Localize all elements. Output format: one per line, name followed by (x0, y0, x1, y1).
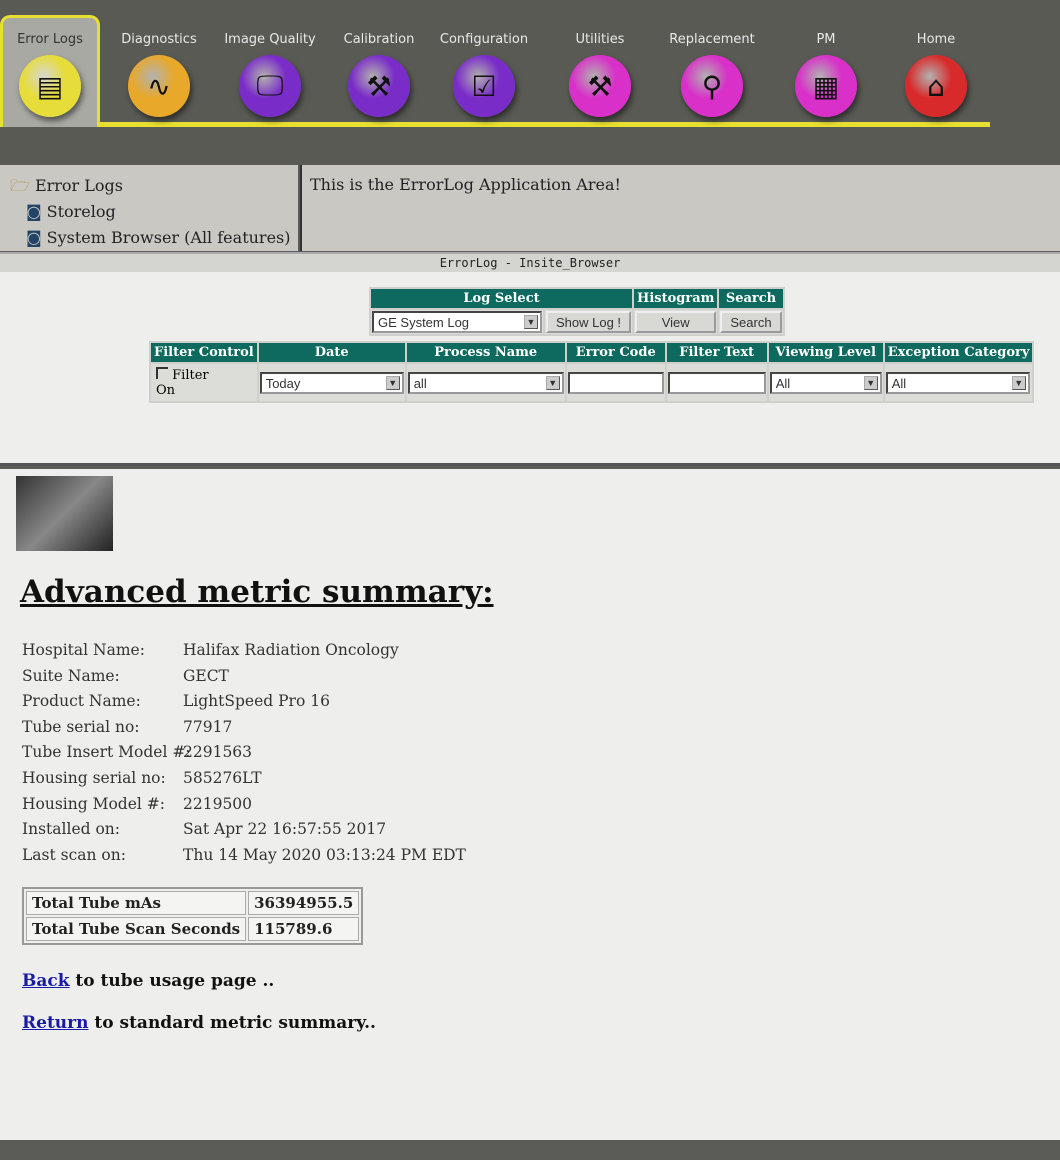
checklist-icon: ☑ (453, 55, 515, 117)
tab-image-quality[interactable]: Image Quality 🖵 (218, 18, 322, 128)
tab-home[interactable]: Home ⌂ (884, 18, 988, 128)
tube-usage-table: Total Tube mAs 36394955.5 Total Tube Scan… (22, 887, 364, 945)
tree-item-storelog[interactable]: ◙ Storelog (26, 202, 116, 221)
filter-header: Viewing Level (768, 343, 883, 362)
page-icon: ◙ (26, 228, 42, 247)
metric-field: Housing serial no: 585276LT (22, 769, 262, 787)
date-dropdown[interactable]: Today ▼ (259, 371, 404, 394)
tree-root-error-logs[interactable]: 🗁 Error Logs (10, 175, 123, 202)
back-link[interactable]: Back (22, 971, 70, 991)
return-link[interactable]: Return (22, 1013, 88, 1033)
window-title: ErrorLog - Insite_Browser (439, 256, 621, 270)
process-name-dropdown[interactable]: all ▼ (407, 371, 564, 394)
metric-field: Tube Insert Model #: 2291563 (22, 743, 253, 762)
chevron-down-icon: ▼ (1011, 375, 1026, 390)
log-select-header: Log Select (371, 289, 633, 308)
chevron-down-icon: ▼ (545, 375, 560, 390)
back-line: Back to tube usage page .. (22, 971, 275, 991)
log-table-icon: ▤ (19, 55, 81, 117)
filter-on-checkbox[interactable]: Filter On (152, 365, 234, 400)
log-select-dropdown[interactable]: GE System Log ▼ (372, 311, 542, 333)
metric-field: Installed on: Sat Apr 22 16:57:55 2017 (22, 820, 387, 839)
toolbox-icon: ⚒ (569, 55, 631, 117)
metric-field: Suite Name: GECT (22, 666, 229, 685)
metric-field: Housing Model #: 2219500 (22, 794, 253, 813)
page-title: Advanced metric summary: (20, 574, 494, 610)
tab-diagnostics[interactable]: Diagnostics ∿ (107, 18, 211, 128)
metric-field: Product Name: LightSpeed Pro 16 (22, 692, 330, 711)
tab-error-logs[interactable]: Error Logs ▤ (0, 15, 100, 127)
chevron-down-icon: ▼ (863, 375, 878, 390)
histogram-view-button[interactable]: View (635, 311, 717, 333)
caliper-icon: ⚒ (348, 55, 410, 117)
tree-item-system-browser[interactable]: ◙ System Browser (All features) (26, 228, 291, 247)
error-code-input[interactable] (567, 371, 664, 394)
folder-icon: 🗁 (10, 176, 30, 195)
filter-header: Date (258, 343, 405, 362)
filter-text-input[interactable] (667, 371, 766, 394)
window-title-bar: ErrorLog - Insite_Browser (0, 252, 1060, 272)
checkbox-icon (156, 367, 168, 379)
bottom-bezel (0, 1140, 1060, 1160)
tab-configuration[interactable]: Configuration ☑ (432, 18, 536, 128)
table-row: Total Tube Scan Seconds 115789.6 (26, 917, 360, 941)
navigation-tree: 🗁 Error Logs ◙ Storelog ◙ System Browser… (0, 165, 298, 251)
show-log-button[interactable]: Show Log ! (546, 311, 632, 333)
filter-panel: Log Select Histogram Search GE System Log ▼… (0, 272, 1060, 466)
metric-field: Last scan on: Thu 14 May 2020 03:13:24 PM… (22, 845, 466, 864)
metric-field: Tube serial no: 77917 (22, 717, 233, 736)
table-row: Total Tube mAs 36394955.5 (26, 891, 360, 915)
filter-header: Error Code (566, 343, 665, 362)
stethoscope-icon: ∿ (128, 55, 190, 117)
app-area-message: This is the ErrorLog Application Area! (310, 175, 621, 194)
filter-header: Filter Text (666, 343, 767, 362)
tab-utilities[interactable]: Utilities ⚒ (548, 18, 652, 128)
tab-calibration[interactable]: Calibration ⚒ (327, 18, 431, 128)
exception-category-dropdown[interactable]: All ▼ (885, 371, 1030, 394)
filter-header: Process Name (406, 343, 565, 362)
metric-summary-page: Advanced metric summary: Hospital Name: H… (0, 469, 1060, 1140)
histogram-header: Histogram (634, 289, 718, 308)
viewing-level-dropdown[interactable]: All ▼ (769, 371, 882, 394)
home-icon: ⌂ (905, 55, 967, 117)
wrench-bolt-icon: ⚲ (681, 55, 743, 117)
tab-pm[interactable]: PM ▦ (774, 18, 878, 128)
tab-replacement[interactable]: Replacement ⚲ (660, 18, 764, 128)
filter-header: Filter Control (151, 343, 257, 362)
search-header: Search (719, 289, 783, 308)
chevron-down-icon: ▼ (385, 375, 400, 390)
chevron-down-icon: ▼ (524, 315, 538, 329)
search-button[interactable]: Search (720, 311, 782, 333)
monitor-star-icon: 🖵 (239, 55, 301, 117)
return-line: Return to standard metric summary.. (22, 1013, 376, 1033)
page-icon: ◙ (26, 202, 42, 221)
calendar-wrench-icon: ▦ (795, 55, 857, 117)
filter-header: Exception Category (884, 343, 1033, 362)
metric-field: Hospital Name: Halifax Radiation Oncology (22, 641, 399, 659)
application-area: This is the ErrorLog Application Area! (300, 165, 1060, 251)
ct-scanner-photo (16, 476, 113, 551)
